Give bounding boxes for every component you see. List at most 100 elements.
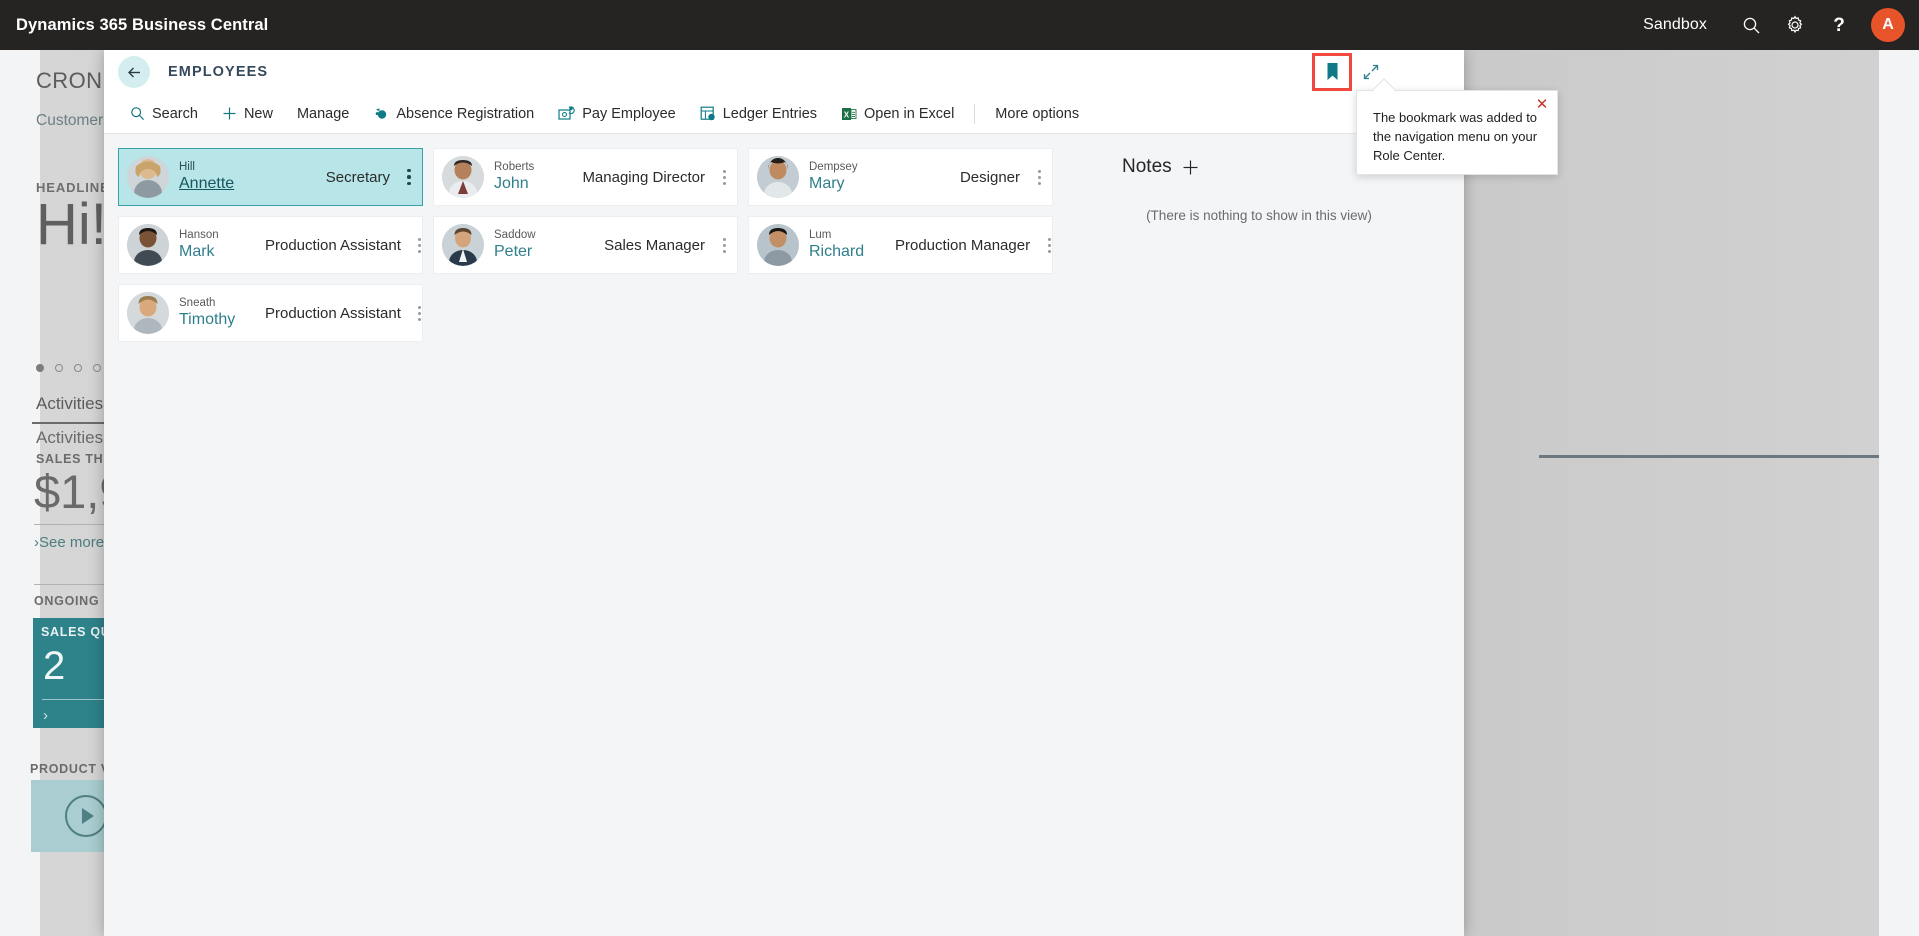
card-more-menu-icon[interactable] [1032,156,1046,198]
carousel-dot[interactable] [55,364,63,372]
page-title: EMPLOYEES [168,64,269,80]
plus-icon [222,106,237,121]
carousel-dot[interactable] [74,364,82,372]
see-more-label: See more [39,534,105,551]
avatar [127,292,169,334]
command-label: Ledger Entries [722,105,818,122]
employee-card[interactable]: Lum Richard Production Manager [748,216,1053,274]
search-icon [130,106,145,121]
right-panel-divider [1539,455,1879,458]
page-content: Hill Annette Secretary Roberts John Mana… [104,134,1464,936]
bookmark-notification-tooltip: ✕ The bookmark was added to the navigati… [1356,78,1558,175]
avatar[interactable]: A [1871,8,1905,42]
page-edge-right [1879,50,1919,936]
employee-first-name-link[interactable]: Mary [809,174,895,194]
employee-last-name: Hanson [179,228,219,241]
employee-name: Sneath Timothy [179,296,265,330]
employee-first-name-link[interactable]: Richard [809,242,895,262]
carousel-dot[interactable] [36,364,44,372]
card-more-menu-icon[interactable] [1042,224,1056,266]
employee-name: Lum Richard [809,228,895,262]
employee-name: Hanson Mark [179,228,265,262]
search-icon[interactable] [1729,0,1773,50]
headline-text: Hi! [36,192,107,257]
help-icon[interactable]: ? [1817,0,1861,50]
avatar [757,224,799,266]
command-manage[interactable]: Manage [285,94,361,134]
close-icon[interactable]: ✕ [1533,95,1551,113]
employee-cards-grid: Hill Annette Secretary Roberts John Mana… [118,148,1098,342]
card-more-menu-icon[interactable] [717,156,731,198]
employee-last-name: Sneath [179,296,216,309]
employee-card[interactable]: Saddow Peter Sales Manager [433,216,738,274]
command-label: More options [995,105,1080,122]
see-more-link[interactable]: ›See more [34,534,104,551]
employee-last-name: Dempsey [809,160,858,173]
employee-first-name-link[interactable]: Peter [494,242,580,262]
employees-page: EMPLOYEES Search New Manage Absence Regi… [104,50,1464,936]
bookmark-icon [1327,63,1337,80]
svg-text:X: X [844,110,850,119]
avatar [757,156,799,198]
back-arrow-icon[interactable] [118,56,150,88]
command-label: Pay Employee [582,105,676,122]
employee-card[interactable]: Dempsey Mary Designer [748,148,1053,206]
cue-tile-chevron[interactable]: › [43,707,48,724]
topbar-right-group: Sandbox ? A [1643,0,1919,50]
excel-icon: X [841,106,857,122]
absence-registration-icon [373,106,389,122]
pay-employee-icon [558,105,575,122]
plus-icon[interactable] [1182,159,1199,176]
app-title: Dynamics 365 Business Central [16,15,269,34]
employee-card[interactable]: Roberts John Managing Director [433,148,738,206]
employee-cards-pane: Hill Annette Secretary Roberts John Mana… [104,134,1104,936]
employee-name: Hill Annette [179,160,265,194]
employee-last-name: Saddow [494,228,536,241]
bookmark-button[interactable] [1312,53,1352,91]
carousel-dot[interactable] [93,364,101,372]
employee-last-name: Lum [809,228,832,241]
employee-name: Saddow Peter [494,228,580,262]
command-pay-employee[interactable]: Pay Employee [546,94,688,134]
card-more-menu-icon[interactable] [413,292,427,334]
command-label: Search [152,105,198,122]
avatar [442,224,484,266]
command-open-in-excel[interactable]: X Open in Excel [829,94,966,134]
command-bar: Search New Manage Absence Registration P… [104,94,1464,134]
gear-icon[interactable] [1773,0,1817,50]
employee-name: Roberts John [494,160,580,194]
command-absence-registration[interactable]: Absence Registration [361,94,546,134]
employee-job-title: Production Assistant [265,304,401,322]
employee-job-title: Secretary [325,168,390,186]
command-more-options[interactable]: More options [983,94,1091,134]
employee-first-name-link[interactable]: Annette [179,174,265,194]
employee-first-name-link[interactable]: John [494,174,580,194]
employee-last-name: Hill [179,160,195,173]
employee-card[interactable]: Sneath Timothy Production Assistant [118,284,423,342]
employee-first-name-link[interactable]: Timothy [179,310,265,330]
nav-item-customers[interactable]: Customers [36,112,111,130]
employee-job-title: Production Assistant [265,236,401,254]
card-more-menu-icon[interactable] [413,224,427,266]
cue-tile-value: 2 [43,644,66,688]
notes-empty-message: (There is nothing to show in this view) [1146,208,1372,223]
environment-label: Sandbox [1643,16,1707,33]
ledger-entries-icon [700,106,716,122]
employee-job-title: Sales Manager [604,236,705,254]
employee-job-title: Production Manager [895,236,1031,254]
tooltip-message: The bookmark was added to the navigation… [1373,110,1538,163]
command-label: Manage [296,105,350,122]
employee-card[interactable]: Hanson Mark Production Assistant [118,216,423,274]
employee-first-name-link[interactable]: Mark [179,242,265,262]
notes-title: Notes [1122,156,1172,177]
employee-card[interactable]: Hill Annette Secretary [118,148,423,206]
employee-job-title: Managing Director [582,168,705,186]
play-icon[interactable] [65,795,107,837]
card-more-menu-icon[interactable] [717,224,731,266]
command-ledger-entries[interactable]: Ledger Entries [688,94,829,134]
app-topbar: Dynamics 365 Business Central Sandbox ? … [0,0,1919,50]
card-more-menu-icon[interactable] [402,156,416,198]
activities-section-title: Activities [36,394,104,413]
command-search[interactable]: Search [118,94,210,134]
command-new[interactable]: New [210,94,285,134]
